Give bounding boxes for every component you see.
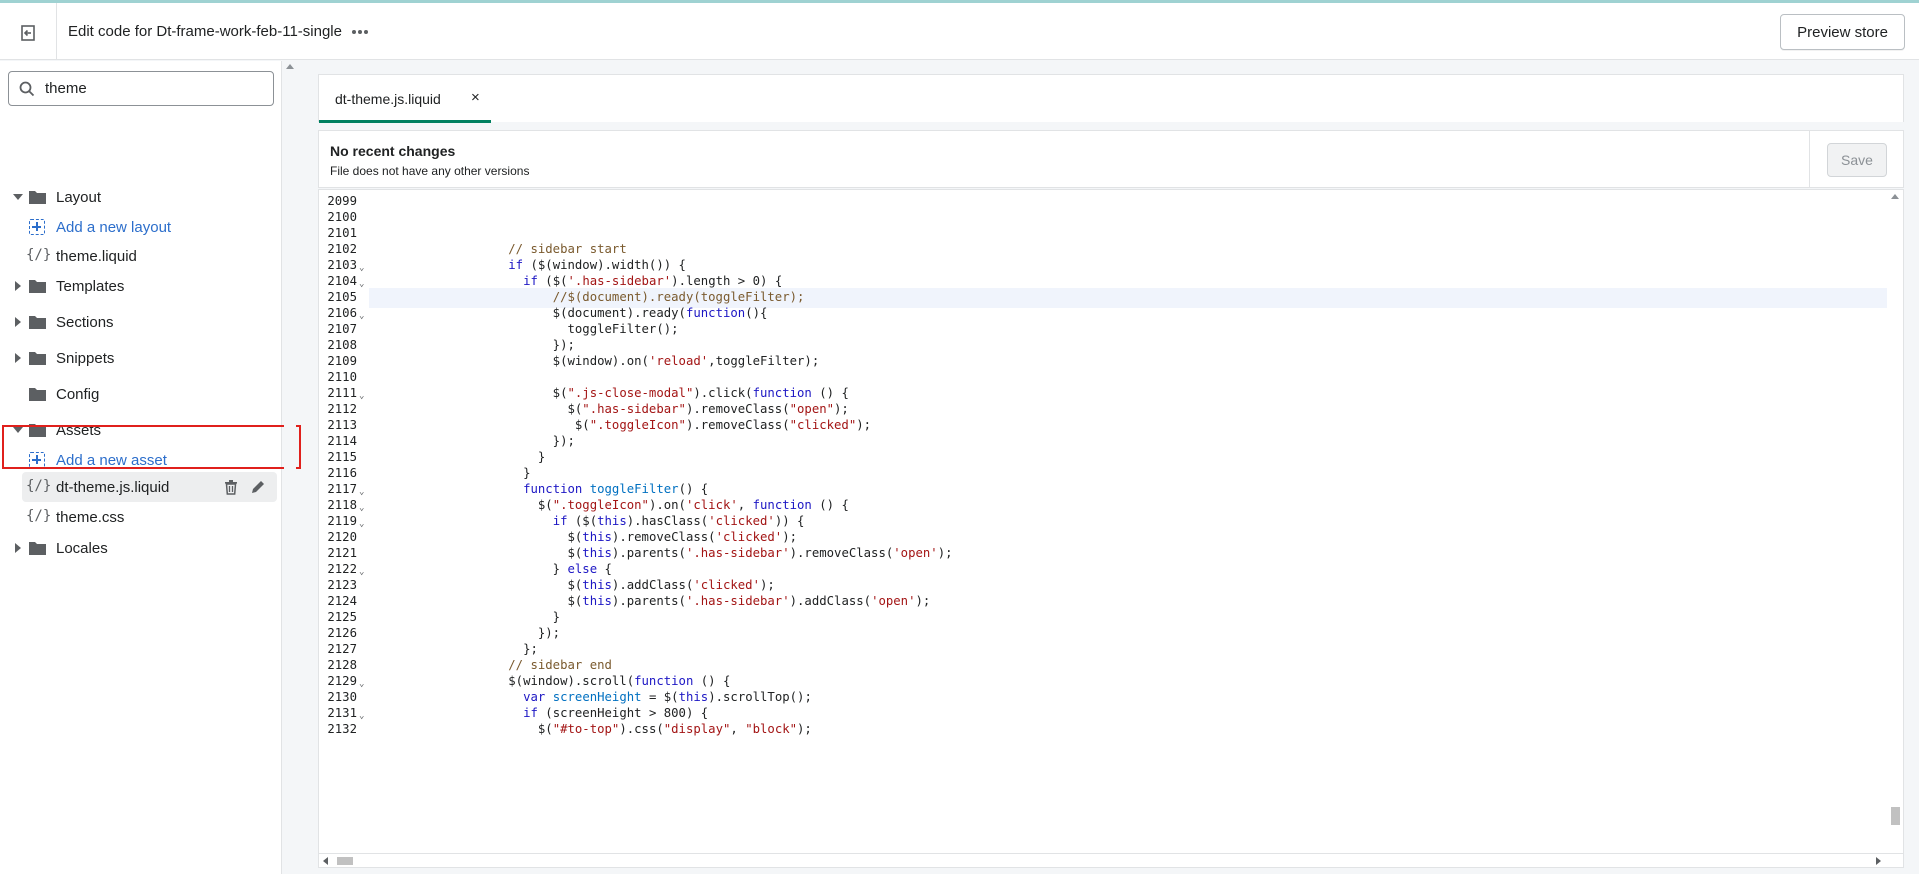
file-dt-theme-js-liquid[interactable]: {/} dt-theme.js.liquid [22,472,277,502]
folder-sections[interactable]: Sections [0,307,282,337]
editor-tab-bar: dt-theme.js.liquid × [318,74,1904,123]
file-theme-css[interactable]: {/} theme.css [0,502,282,532]
scroll-thumb[interactable] [1891,807,1900,825]
info-divider [1809,131,1810,187]
folder-templates[interactable]: Templates [0,271,282,301]
version-status-subtitle: File does not have any other versions [330,164,530,178]
folder-icon [29,388,46,401]
code-editor[interactable]: 2099 2100 2101 2102 // sidebar start 2103… [318,189,1904,854]
caret-down-icon [13,194,23,200]
folder-icon [29,280,46,293]
folder-layout[interactable]: Layout [0,182,282,212]
liquid-file-icon: {/} [26,247,52,263]
exit-icon [21,25,35,41]
pencil-icon [252,481,264,493]
add-asset-label: Add a new asset [56,452,167,469]
scroll-up-icon [1891,194,1899,199]
scroll-up-icon [286,64,294,69]
search-field-wrapper [8,71,274,106]
folder-layout-label: Layout [56,189,102,206]
add-asset-link[interactable]: Add a new asset [0,445,282,475]
folder-icon [29,424,46,437]
rename-file-button[interactable] [249,478,267,496]
more-actions-button[interactable] [347,19,373,45]
code-text: $("#to-top").css("display", "block"); [375,722,812,736]
file-dt-theme-js-label: dt-theme.js.liquid [56,479,170,496]
folder-icon [29,191,46,204]
top-bar: Edit code for Dt-frame-work-feb-11-singl… [0,3,1919,60]
folder-snippets-label: Snippets [56,350,115,367]
caret-right-icon [15,543,21,553]
file-sidebar: Layout Add a new layout {/} theme.liquid… [0,61,282,874]
exit-button[interactable] [14,19,42,47]
header-divider [56,3,57,60]
save-button[interactable]: Save [1827,143,1887,177]
preview-store-button[interactable]: Preview store [1780,14,1905,50]
caret-right-icon [15,317,21,327]
caret-right-icon [15,281,21,291]
folder-icon [29,542,46,555]
folder-config-label: Config [56,386,100,403]
editor-vertical-scrollbar[interactable] [1887,190,1903,853]
folder-config[interactable]: Config [0,379,282,409]
folder-locales[interactable]: Locales [0,533,282,563]
add-file-icon [29,452,45,468]
folder-assets-label: Assets [56,422,102,439]
folder-assets[interactable]: Assets [0,415,282,445]
add-file-icon [29,219,45,235]
search-icon [9,81,45,97]
file-theme-css-label: theme.css [56,509,125,526]
scroll-thumb[interactable] [337,857,353,865]
folder-snippets[interactable]: Snippets [0,343,282,373]
liquid-file-icon: {/} [26,508,52,524]
caret-right-icon [15,353,21,363]
file-info-bar: No recent changes File does not have any… [318,130,1904,188]
folder-sections-label: Sections [56,314,114,331]
delete-file-button[interactable] [222,478,240,496]
code-line[interactable]: 2132 $("#to-top").css("display", "block"… [319,720,1887,740]
tab-label: dt-theme.js.liquid [335,91,441,107]
page-title: Edit code for Dt-frame-work-feb-11-singl… [68,23,342,40]
file-theme-liquid[interactable]: {/} theme.liquid [0,241,282,271]
add-layout-link[interactable]: Add a new layout [0,212,282,242]
editor-horizontal-scrollbar[interactable] [318,854,1904,868]
folder-icon [29,316,46,329]
more-horizontal-icon [352,30,368,34]
liquid-file-icon: {/} [26,478,52,494]
folder-locales-label: Locales [56,540,108,557]
search-input[interactable] [45,80,265,97]
close-tab-icon[interactable]: × [471,89,480,106]
scroll-left-icon [323,857,328,865]
scroll-right-icon [1876,857,1881,865]
file-theme-liquid-label: theme.liquid [56,248,137,265]
tab-dt-theme-js-liquid[interactable]: dt-theme.js.liquid × [319,75,491,123]
add-layout-label: Add a new layout [56,219,172,236]
trash-icon [225,479,237,495]
folder-icon [29,352,46,365]
line-number: 2132 [327,722,357,736]
caret-down-icon [13,427,23,433]
version-status-title: No recent changes [330,143,456,159]
sidebar-scrollbar[interactable] [284,61,296,874]
folder-templates-label: Templates [56,278,125,295]
